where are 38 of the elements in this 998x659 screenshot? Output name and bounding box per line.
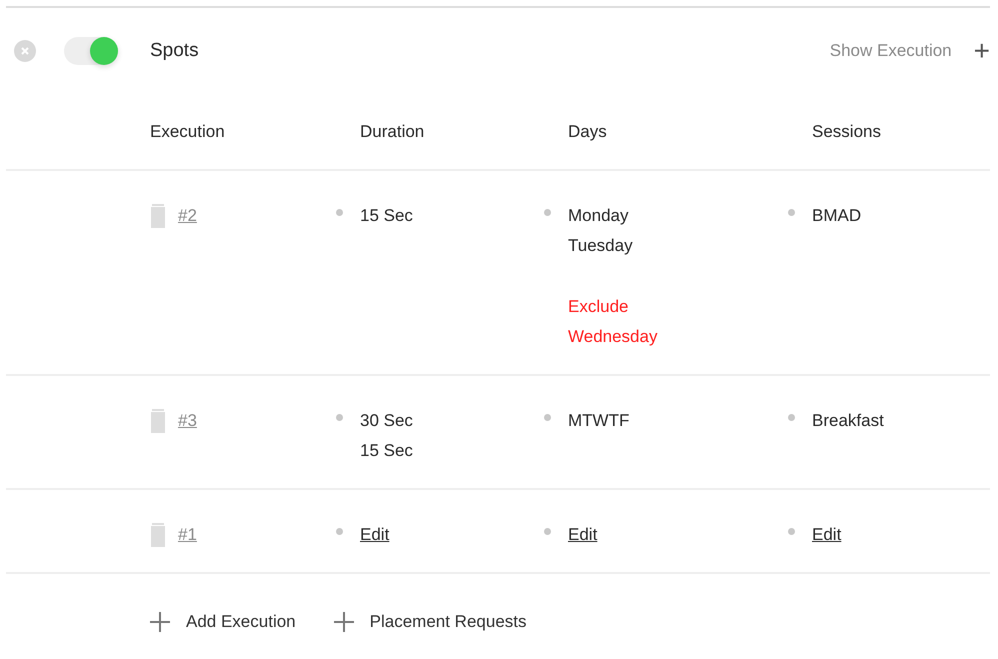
duration-text: 15 Sec: [360, 440, 413, 462]
plus-icon: [150, 612, 170, 632]
bullet-icon: [788, 414, 795, 421]
bullet-icon: [544, 528, 551, 535]
column-header: Sessions: [812, 122, 882, 142]
toggle-switch[interactable]: [64, 37, 118, 65]
bullet-icon: [544, 209, 551, 216]
trash-icon[interactable]: [150, 204, 166, 228]
plus-icon: [334, 612, 354, 632]
column-header: Days: [568, 122, 608, 142]
edit-link[interactable]: Edit: [360, 520, 390, 550]
close-icon: [21, 47, 29, 55]
edit-link[interactable]: Edit: [812, 520, 842, 550]
bullet-icon: [788, 209, 795, 216]
trash-icon[interactable]: [150, 409, 166, 433]
add-button[interactable]: +: [974, 37, 990, 65]
column-header: Execution: [150, 122, 226, 142]
close-button[interactable]: [14, 40, 36, 62]
day-text: Tuesday: [568, 235, 634, 257]
day-text: MTWTF: [568, 410, 630, 432]
footer-button[interactable]: Placement Requests: [334, 612, 527, 632]
trash-icon[interactable]: [150, 523, 166, 547]
session-text: Breakfast: [812, 410, 884, 432]
bullet-icon: [336, 209, 343, 216]
day-text: Monday: [568, 205, 630, 227]
duration-text: 15 Sec: [360, 205, 413, 227]
bullet-icon: [788, 528, 795, 535]
footer-button[interactable]: Add Execution: [150, 612, 296, 632]
excluded-day: Exclude: [568, 292, 658, 322]
column-header: Duration: [360, 122, 426, 142]
session-text: BMAD: [812, 205, 862, 227]
edit-link[interactable]: Edit: [568, 520, 598, 550]
duration-text: 30 Sec: [360, 410, 413, 432]
bullet-icon: [336, 414, 343, 421]
bullet-icon: [544, 414, 551, 421]
section-title: Spots: [150, 40, 200, 62]
bullet-icon: [336, 528, 343, 535]
excluded-day: Wednesday: [568, 322, 658, 352]
